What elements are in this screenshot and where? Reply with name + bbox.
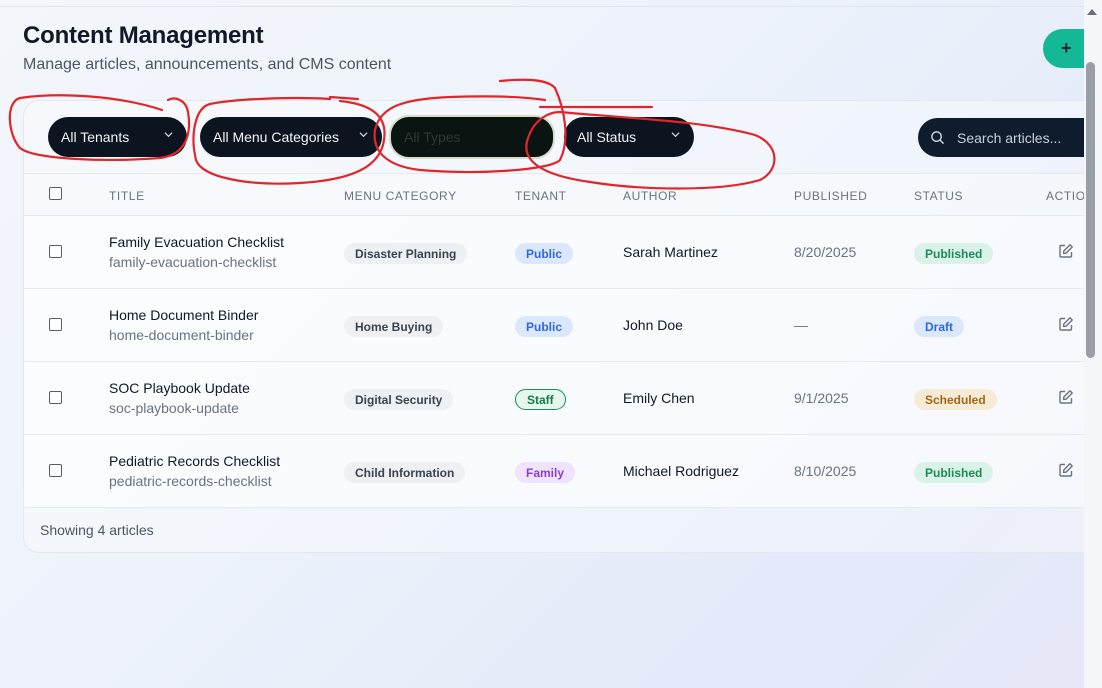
- table-row[interactable]: Pediatric Records Checklist pediatric-re…: [24, 435, 1084, 508]
- article-title[interactable]: SOC Playbook Update: [109, 380, 250, 396]
- type-filter-select[interactable]: All Types: [389, 115, 555, 159]
- author-name: John Doe: [623, 317, 683, 333]
- edit-icon[interactable]: [1058, 243, 1074, 259]
- scroll-up-arrow-icon[interactable]: [1087, 9, 1097, 15]
- search-icon: [931, 131, 945, 145]
- tenant-badge: Staff: [515, 389, 566, 410]
- article-title[interactable]: Pediatric Records Checklist: [109, 453, 280, 469]
- table-header: TITLE MENU CATEGORY TENANT AUTHOR PUBLIS…: [24, 173, 1086, 216]
- status-badge: Draft: [914, 316, 965, 337]
- edit-icon[interactable]: [1058, 316, 1074, 332]
- menu-category-filter-select[interactable]: All Menu Categories: [200, 117, 382, 157]
- table-row[interactable]: Home Document Binder home-document-binde…: [24, 289, 1084, 362]
- article-slug: family-evacuation-checklist: [109, 254, 277, 270]
- published-date: —: [794, 317, 808, 333]
- chevron-down-icon: [164, 132, 173, 138]
- row-checkbox[interactable]: [49, 318, 62, 331]
- column-header-tenant: TENANT: [515, 189, 567, 203]
- top-divider: [0, 6, 1084, 7]
- category-badge: Home Buying: [344, 316, 444, 337]
- published-date: 8/20/2025: [794, 244, 857, 260]
- published-date: 9/1/2025: [794, 390, 849, 406]
- scrollbar-thumb[interactable]: [1086, 62, 1095, 358]
- tenant-badge: Public: [515, 243, 574, 264]
- status-filter-label: All Status: [577, 129, 637, 145]
- status-filter-select[interactable]: All Status: [564, 117, 694, 157]
- edit-icon[interactable]: [1058, 389, 1074, 405]
- category-badge: Digital Security: [344, 389, 454, 410]
- article-slug: soc-playbook-update: [109, 400, 239, 416]
- column-header-actions: ACTIO: [1046, 189, 1086, 203]
- status-badge: Scheduled: [914, 389, 997, 410]
- page-subtitle: Manage articles, announcements, and CMS …: [23, 56, 392, 73]
- page-title: Content Management: [23, 22, 264, 49]
- tenant-filter-label: All Tenants: [61, 129, 130, 145]
- row-checkbox[interactable]: [49, 464, 62, 477]
- column-header-menu-category: MENU CATEGORY: [344, 189, 457, 203]
- article-slug: home-document-binder: [109, 327, 254, 343]
- column-header-published: PUBLISHED: [794, 189, 868, 203]
- status-badge: Published: [914, 243, 994, 264]
- article-title[interactable]: Family Evacuation Checklist: [109, 234, 284, 250]
- published-date: 8/10/2025: [794, 463, 857, 479]
- type-filter-label: All Types: [404, 129, 461, 145]
- select-all-checkbox[interactable]: [49, 187, 62, 200]
- menu-category-filter-label: All Menu Categories: [213, 129, 340, 145]
- tenant-badge: Public: [515, 316, 574, 337]
- chevron-down-icon: [671, 132, 680, 138]
- row-checkbox[interactable]: [49, 391, 62, 404]
- column-header-title: TITLE: [109, 189, 145, 203]
- column-header-author: AUTHOR: [623, 189, 678, 203]
- edit-icon[interactable]: [1058, 462, 1074, 478]
- category-badge: Disaster Planning: [344, 243, 468, 264]
- table-row[interactable]: SOC Playbook Update soc-playbook-update …: [24, 362, 1084, 435]
- author-name: Emily Chen: [623, 390, 695, 406]
- column-header-status: STATUS: [914, 189, 964, 203]
- search-input[interactable]: [957, 129, 1087, 146]
- row-checkbox[interactable]: [49, 245, 62, 258]
- article-title[interactable]: Home Document Binder: [109, 307, 258, 323]
- category-badge: Child Information: [344, 462, 466, 483]
- tenant-badge: Family: [515, 462, 576, 483]
- search-box[interactable]: [918, 118, 1088, 157]
- author-name: Michael Rodriguez: [623, 463, 739, 479]
- chevron-down-icon: [359, 132, 368, 138]
- author-name: Sarah Martinez: [623, 244, 718, 260]
- article-count-text: Showing 4 articles: [40, 522, 154, 538]
- status-badge: Published: [914, 462, 994, 483]
- table-row[interactable]: Family Evacuation Checklist family-evacu…: [24, 216, 1084, 289]
- tenant-filter-select[interactable]: All Tenants: [48, 117, 187, 157]
- article-slug: pediatric-records-checklist: [109, 473, 272, 489]
